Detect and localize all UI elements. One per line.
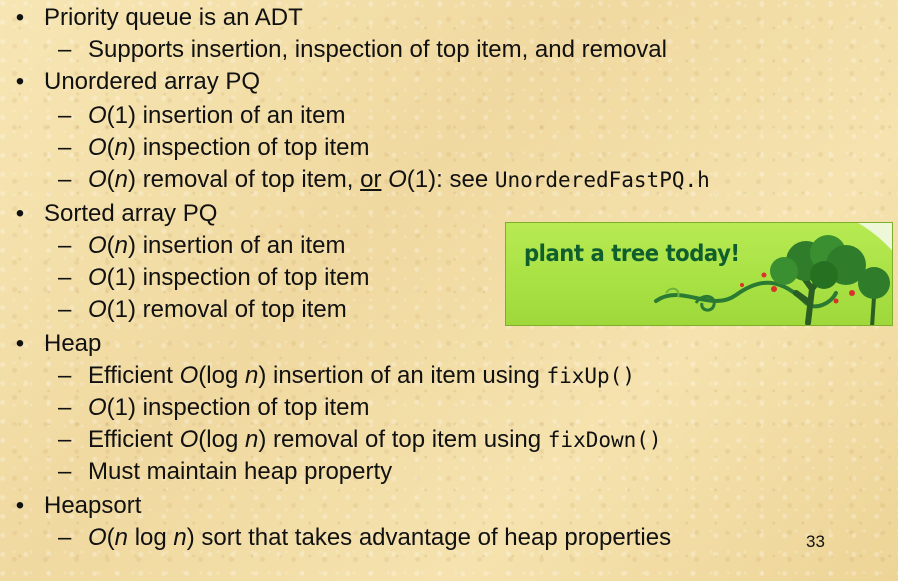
subbullet-text: O(n) inspection of top item xyxy=(88,133,369,163)
bullet-text: Unordered array PQ xyxy=(44,68,261,95)
var-n: n xyxy=(244,362,259,389)
big-o: O xyxy=(88,264,107,291)
var-n: n xyxy=(173,524,187,551)
subbullet-text: O(n) removal of top item, or O(1): see U… xyxy=(88,165,710,195)
big-o: O xyxy=(88,166,107,193)
subbullet-text: O(n) insertion of an item xyxy=(88,231,345,261)
big-o: O xyxy=(88,524,107,551)
subbullet-rest: (1) inspection of top item xyxy=(106,394,370,421)
paren: ( xyxy=(106,524,115,551)
subbullet-rest: ) insertion of an item xyxy=(128,232,346,259)
subbullet-text: Supports insertion, inspection of top it… xyxy=(88,36,667,63)
plant-a-tree-banner: plant a tree today! xyxy=(505,222,893,326)
or-underlined: or xyxy=(360,166,382,193)
subbullet-pre: Efficient xyxy=(88,426,180,453)
dash-marker: – xyxy=(58,296,72,323)
dash-marker: – xyxy=(58,394,72,421)
subbullet-text: O(1) inspection of top item xyxy=(88,263,369,293)
var-n: n xyxy=(114,524,129,551)
bullet-marker: • xyxy=(15,4,25,31)
page-number: 33 xyxy=(806,532,825,551)
subbullet-text: Efficient O(log n) removal of top item u… xyxy=(88,425,662,455)
dash-marker: – xyxy=(58,362,72,389)
var-n: n xyxy=(114,134,129,161)
var-n: n xyxy=(114,166,129,193)
slide: • Priority queue is an ADT – Supports in… xyxy=(0,0,898,581)
bullet-marker: • xyxy=(15,68,25,95)
paren: ( xyxy=(106,166,115,193)
subbullet-text: O(1) removal of top item xyxy=(88,295,347,325)
tree-illustration xyxy=(654,223,892,325)
dash-marker: – xyxy=(58,134,72,161)
subbullet-pre: Efficient xyxy=(88,362,180,389)
subbullet-text: O(n log n) sort that takes advantage of … xyxy=(88,523,671,553)
subbullet-text: O(1) insertion of an item xyxy=(88,101,345,131)
log-text: (log xyxy=(198,362,245,389)
big-o: O xyxy=(88,232,107,259)
subbullet-rest: (1) insertion of an item xyxy=(106,102,346,129)
code-fixdown: fixDown() xyxy=(547,428,662,452)
var-n: n xyxy=(114,232,129,259)
bullet-marker: • xyxy=(15,200,25,227)
paren: ( xyxy=(106,134,115,161)
dash-marker: – xyxy=(58,264,72,291)
bullet-marker: • xyxy=(15,492,25,519)
subbullet-rest: (1) removal of top item xyxy=(106,296,347,323)
code-fixup: fixUp() xyxy=(546,364,635,388)
big-o: O xyxy=(88,102,107,129)
big-o: O xyxy=(388,166,407,193)
big-o: O xyxy=(88,394,107,421)
subbullet-rest: (1) inspection of top item xyxy=(106,264,370,291)
bullet-marker: • xyxy=(15,330,25,357)
dash-marker: – xyxy=(58,102,72,129)
big-o: O xyxy=(179,362,199,389)
subbullet-rest: ) insertion of an item using xyxy=(258,362,547,389)
bullet-text: Heap xyxy=(44,330,102,357)
log-text: (log xyxy=(198,426,245,453)
bullet-text: Priority queue is an ADT xyxy=(44,4,303,31)
code-filename: UnorderedFastPQ.h xyxy=(494,168,710,192)
dash-marker: – xyxy=(58,36,72,63)
big-o: O xyxy=(88,296,107,323)
subbullet-rest: ) inspection of top item xyxy=(128,134,370,161)
subbullet-text: Efficient O(log n) insertion of an item … xyxy=(88,361,635,391)
dash-marker: – xyxy=(58,166,72,193)
big-o: O xyxy=(179,426,199,453)
dash-marker: – xyxy=(58,458,72,485)
bullet-text: Sorted array PQ xyxy=(44,200,218,227)
dash-marker: – xyxy=(58,524,72,551)
paren: ( xyxy=(106,232,115,259)
log-text: log xyxy=(128,524,174,551)
dash-marker: – xyxy=(58,232,72,259)
subbullet-rest: ) sort that takes advantage of heap prop… xyxy=(186,524,672,551)
subbullet-text: Must maintain heap property xyxy=(88,458,393,485)
dash-marker: – xyxy=(58,426,72,453)
big-o: O xyxy=(88,134,107,161)
subbullet-rest: ) removal of top item using xyxy=(258,426,548,453)
subbullet-text: O(1) inspection of top item xyxy=(88,393,369,423)
subbullet-rest: (1): see xyxy=(406,166,495,193)
bullet-text: Heapsort xyxy=(44,492,142,519)
subbullet-rest: ) removal of top item, xyxy=(128,166,361,193)
var-n: n xyxy=(244,426,259,453)
